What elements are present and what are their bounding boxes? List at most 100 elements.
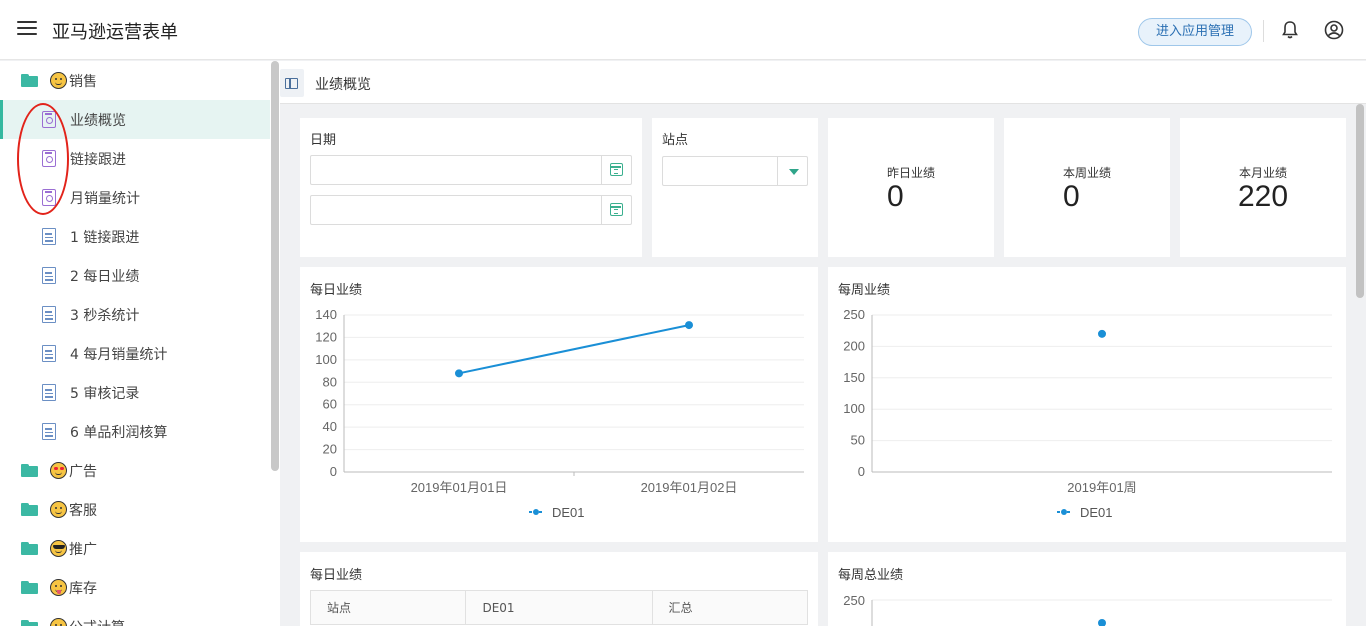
sidebar: 销售业绩概览 链接跟进月销量统计 1 链接跟进 2 每日业绩 3 秒杀统计 4 每月销量统… <box>0 61 280 626</box>
top-bar: 亚马逊运营表单 进入应用管理 <box>0 0 1366 60</box>
x-tick-label: 2019年01周 <box>1067 480 1136 495</box>
sidebar-item[interactable]: 业绩概览 <box>0 100 270 139</box>
sidebar-folder[interactable]: 客服 <box>0 490 270 529</box>
heart-eyes-emoji-icon <box>50 462 67 479</box>
sidebar-item-label: 推广 <box>69 541 97 558</box>
weekly-performance-chart: 0 50 100 150 200 250 2019年01周 DE01 <box>843 307 1332 520</box>
date-start-input[interactable] <box>310 155 632 185</box>
stat-value: 220 <box>1237 180 1289 213</box>
legend-marker <box>533 509 539 515</box>
stat-value: 0 <box>887 180 904 213</box>
sidebar-folder[interactable]: 推广 <box>0 529 270 568</box>
user-avatar-icon[interactable] <box>1324 20 1344 40</box>
sidebar-item-label: 4 每月销量统计 <box>70 346 168 363</box>
document-icon <box>42 267 56 284</box>
folder-icon <box>21 464 38 477</box>
sidebar-item[interactable]: 链接跟进 <box>0 139 270 178</box>
document-icon <box>42 345 56 362</box>
sidebar-item[interactable]: 3 秒杀统计 <box>0 295 270 334</box>
x-tick-label: 2019年01月02日 <box>641 480 738 495</box>
sidebar-item[interactable]: 1 链接跟进 <box>0 217 270 256</box>
sidebar-folder[interactable]: 库存 <box>0 568 270 607</box>
daily-performance-table-card: 每日业绩 站点 DE01 汇总 <box>300 552 818 626</box>
stat-label: 本周业绩 <box>1062 166 1111 180</box>
app-title: 亚马逊运营表单 <box>52 22 178 43</box>
calendar-icon <box>610 203 623 216</box>
table-header-cell: 站点 <box>309 590 467 625</box>
sidebar-item-label: 销售 <box>69 73 97 90</box>
series-line <box>458 324 690 375</box>
site-label: 站点 <box>662 133 689 148</box>
y-tick-label: 250 <box>843 593 865 608</box>
form-icon <box>42 189 56 206</box>
folder-icon <box>21 542 38 555</box>
sidebar-item-label: 2 每日业绩 <box>70 268 140 285</box>
sidebar-item-label: 广告 <box>69 463 97 480</box>
chevron-down-icon[interactable] <box>777 157 807 185</box>
y-tick-label: 0 <box>330 464 337 479</box>
daily-performance-chart: 0 20 40 60 80 100 120 140 2019年01月01日 2019年01月02日… <box>315 307 804 520</box>
table-header-cell: DE01 <box>465 590 653 625</box>
y-tick-label: 100 <box>315 352 337 367</box>
stat-card-this-week: 本周业绩 0 <box>1004 118 1170 257</box>
folder-icon <box>21 581 38 594</box>
site-select[interactable] <box>662 156 808 186</box>
sidebar-folder[interactable]: 公式计算 <box>0 607 270 626</box>
data-point[interactable] <box>1098 619 1106 626</box>
weekly-performance-chart-card: 每周业绩 0 50 100 150 200 250 2019年01周 DE01 <box>828 267 1346 542</box>
calendar-button[interactable] <box>601 156 631 184</box>
table-header-cell: 汇总 <box>651 590 809 625</box>
form-icon <box>42 150 56 167</box>
y-tick-label: 120 <box>315 329 337 344</box>
y-tick-label: 20 <box>323 442 337 457</box>
y-tick-label: 140 <box>315 307 337 322</box>
stat-label: 本月业绩 <box>1238 166 1287 180</box>
sidebar-item[interactable]: 2 每日业绩 <box>0 256 270 295</box>
divider <box>1263 20 1264 42</box>
calendar-icon <box>610 163 623 176</box>
enter-app-management-button[interactable]: 进入应用管理 <box>1138 18 1252 46</box>
y-tick-label: 0 <box>858 464 865 479</box>
folder-icon <box>21 74 38 87</box>
folder-icon <box>21 503 38 516</box>
data-point[interactable] <box>455 369 463 378</box>
sidebar-item[interactable]: 5 审核记录 <box>0 373 270 412</box>
sidebar-toggle-icon[interactable] <box>280 69 304 97</box>
tab-title: 业绩概览 <box>315 77 371 93</box>
y-tick-label: 200 <box>843 338 865 353</box>
date-end-input[interactable] <box>310 195 632 225</box>
legend-label[interactable]: DE01 <box>1080 505 1113 520</box>
bell-icon[interactable] <box>1281 20 1299 40</box>
date-filter-card: 日期 <box>300 118 642 257</box>
hamburger-menu-icon[interactable] <box>17 21 37 39</box>
sidebar-folder[interactable]: 广告 <box>0 451 270 490</box>
smile-emoji-icon <box>50 618 67 626</box>
sidebar-item-label: 客服 <box>69 502 97 519</box>
stat-card-this-month: 本月业绩 220 <box>1180 118 1346 257</box>
y-tick-label: 150 <box>843 370 865 385</box>
sidebar-item[interactable]: 月销量统计 <box>0 178 270 217</box>
sidebar-item-label: 5 审核记录 <box>70 385 140 402</box>
document-icon <box>42 306 56 323</box>
data-point[interactable] <box>685 321 693 330</box>
date-label: 日期 <box>310 133 337 148</box>
x-tick-label: 2019年01月01日 <box>411 480 508 495</box>
sidebar-item-label: 6 单品利润核算 <box>70 424 168 441</box>
document-icon <box>42 423 56 440</box>
sidebar-folder[interactable]: 销售 <box>0 61 270 100</box>
sidebar-scrollbar[interactable] <box>271 61 279 471</box>
weekly-total-chart-card: 每周总业绩 250 <box>828 552 1346 626</box>
main-scrollbar[interactable] <box>1356 104 1364 298</box>
sidebar-item[interactable]: 4 每月销量统计 <box>0 334 270 373</box>
sidebar-item[interactable]: 6 单品利润核算 <box>0 412 270 451</box>
folder-icon <box>21 620 38 626</box>
document-icon <box>42 228 56 245</box>
table-title: 每日业绩 <box>310 568 363 583</box>
tongue-emoji-icon <box>50 579 67 596</box>
data-point[interactable] <box>1098 329 1106 338</box>
calendar-button[interactable] <box>601 196 631 224</box>
y-tick-label: 100 <box>843 401 865 416</box>
sidebar-item-label: 月销量统计 <box>70 190 140 207</box>
stat-label: 昨日业绩 <box>886 166 935 180</box>
legend-label[interactable]: DE01 <box>552 505 585 520</box>
